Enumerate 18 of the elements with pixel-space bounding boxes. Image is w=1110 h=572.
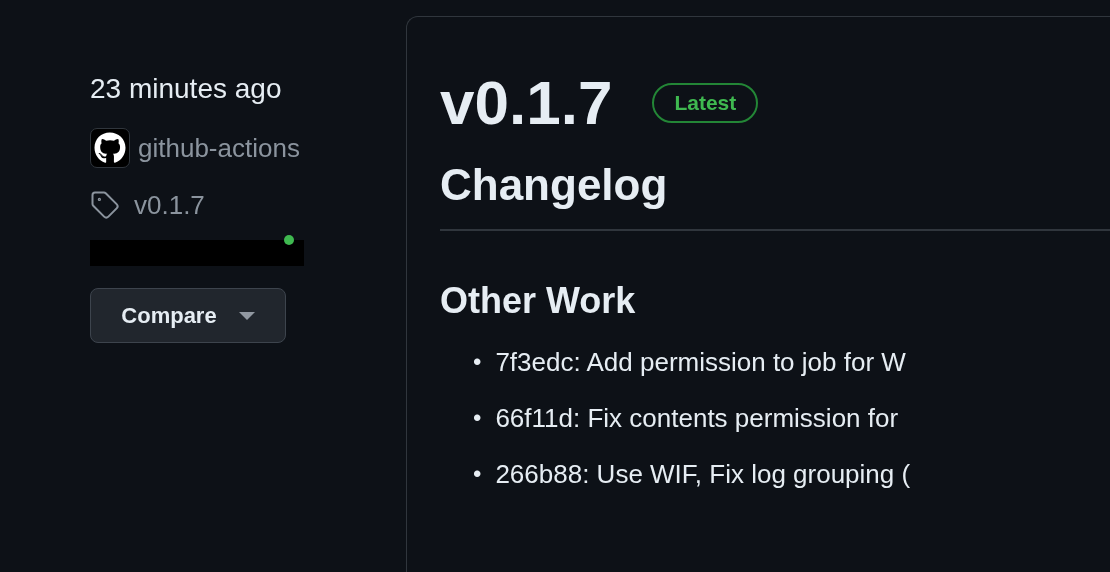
changelog-item: 266b88: Use WIF, Fix log grouping ( bbox=[495, 458, 911, 491]
changelog-item: 7f3edc: Add permission to job for W bbox=[495, 346, 906, 379]
tag-link[interactable]: v0.1.7 bbox=[134, 188, 205, 222]
author-link[interactable]: github-actions bbox=[138, 131, 300, 165]
bullet-marker: • bbox=[473, 347, 482, 377]
tag-icon bbox=[90, 190, 120, 220]
bullet-marker: • bbox=[473, 459, 482, 489]
release-title: v0.1.7 bbox=[440, 67, 613, 139]
section-heading: Other Work bbox=[440, 279, 637, 323]
compare-button[interactable]: Compare bbox=[90, 288, 286, 343]
release-time: 23 minutes ago bbox=[90, 72, 282, 106]
avatar-icon bbox=[90, 128, 130, 168]
bullet-marker: • bbox=[473, 403, 482, 433]
caret-icon bbox=[238, 311, 255, 320]
changelog-item: 66f11d: Fix contents permission for bbox=[495, 402, 899, 435]
latest-badge: Latest bbox=[652, 83, 759, 123]
status-dot-icon bbox=[284, 235, 294, 245]
changelog-heading: Changelog bbox=[440, 155, 1110, 231]
